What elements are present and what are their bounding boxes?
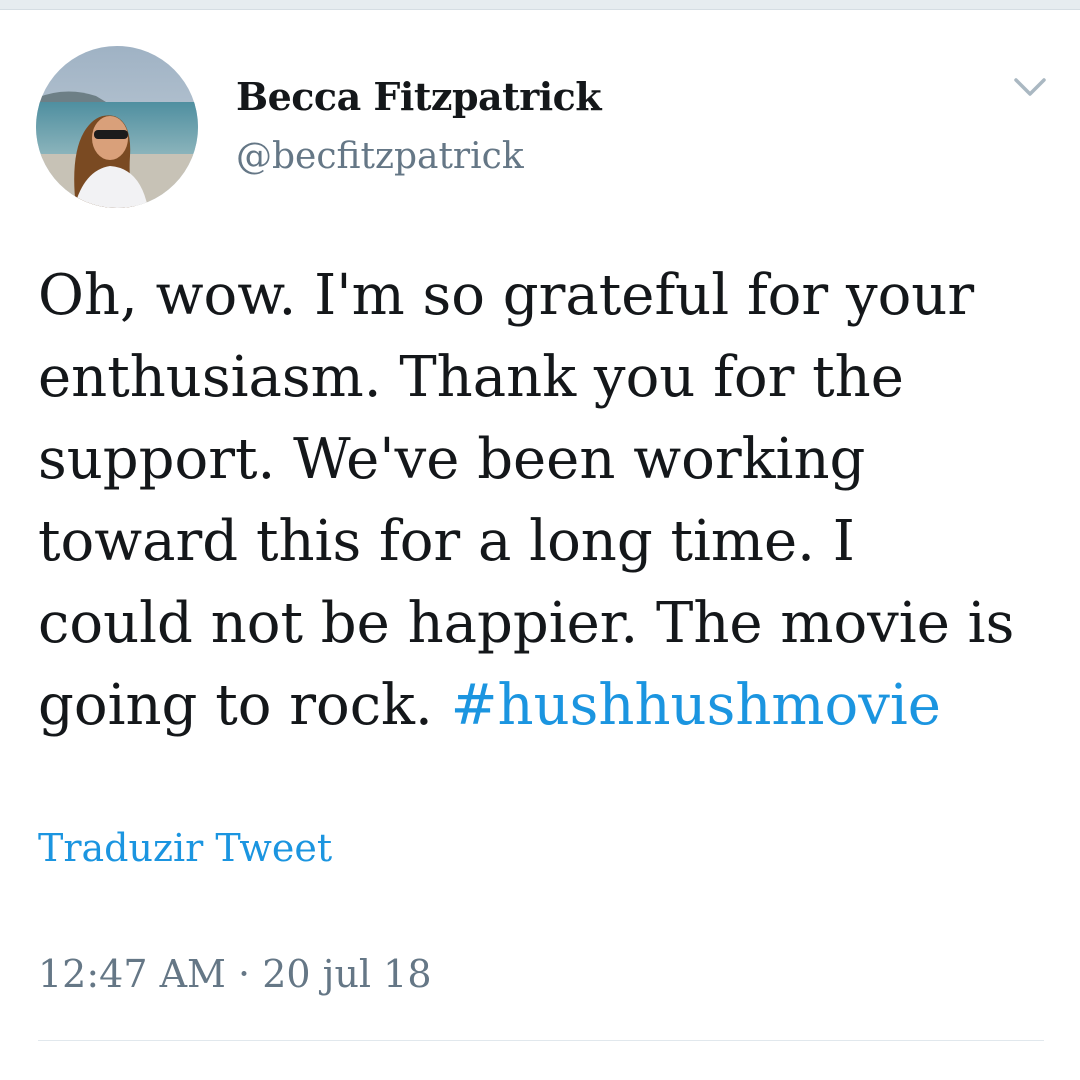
tweet-text: Oh, wow. I'm so grateful for your enthus… [38,255,1048,747]
tweet-text-line: could not be happier. The movie is [38,591,1015,656]
tweet-text-line: Oh, wow. I'm so grateful for your [38,263,975,328]
bottom-divider [38,1040,1044,1041]
top-divider [0,0,1080,10]
chevron-down-icon[interactable] [1010,72,1050,102]
tweet-text-line: toward this for a long time. I [38,509,855,574]
tweet-text-line: enthusiasm. Thank you for the [38,345,904,410]
hashtag-link[interactable]: #hushhushmovie [451,673,941,738]
tweet-timestamp[interactable]: 12:47 AM · 20 jul 18 [38,952,432,996]
translate-tweet-link[interactable]: Traduzir Tweet [38,826,332,870]
avatar-photo [36,46,198,208]
timestamp-separator: · [238,952,251,996]
author-handle[interactable]: @becfitzpatrick [236,136,524,177]
avatar[interactable] [36,46,198,208]
tweet-time: 12:47 AM [38,952,226,996]
tweet-date: 20 jul 18 [262,952,432,996]
author-display-name[interactable]: Becca Fitzpatrick [236,74,602,119]
tweet-text-segment: going to rock. [38,673,451,738]
tweet-text-line: going to rock. #hushhushmovie [38,665,1048,747]
tweet-text-line: support. We've been working [38,427,866,492]
